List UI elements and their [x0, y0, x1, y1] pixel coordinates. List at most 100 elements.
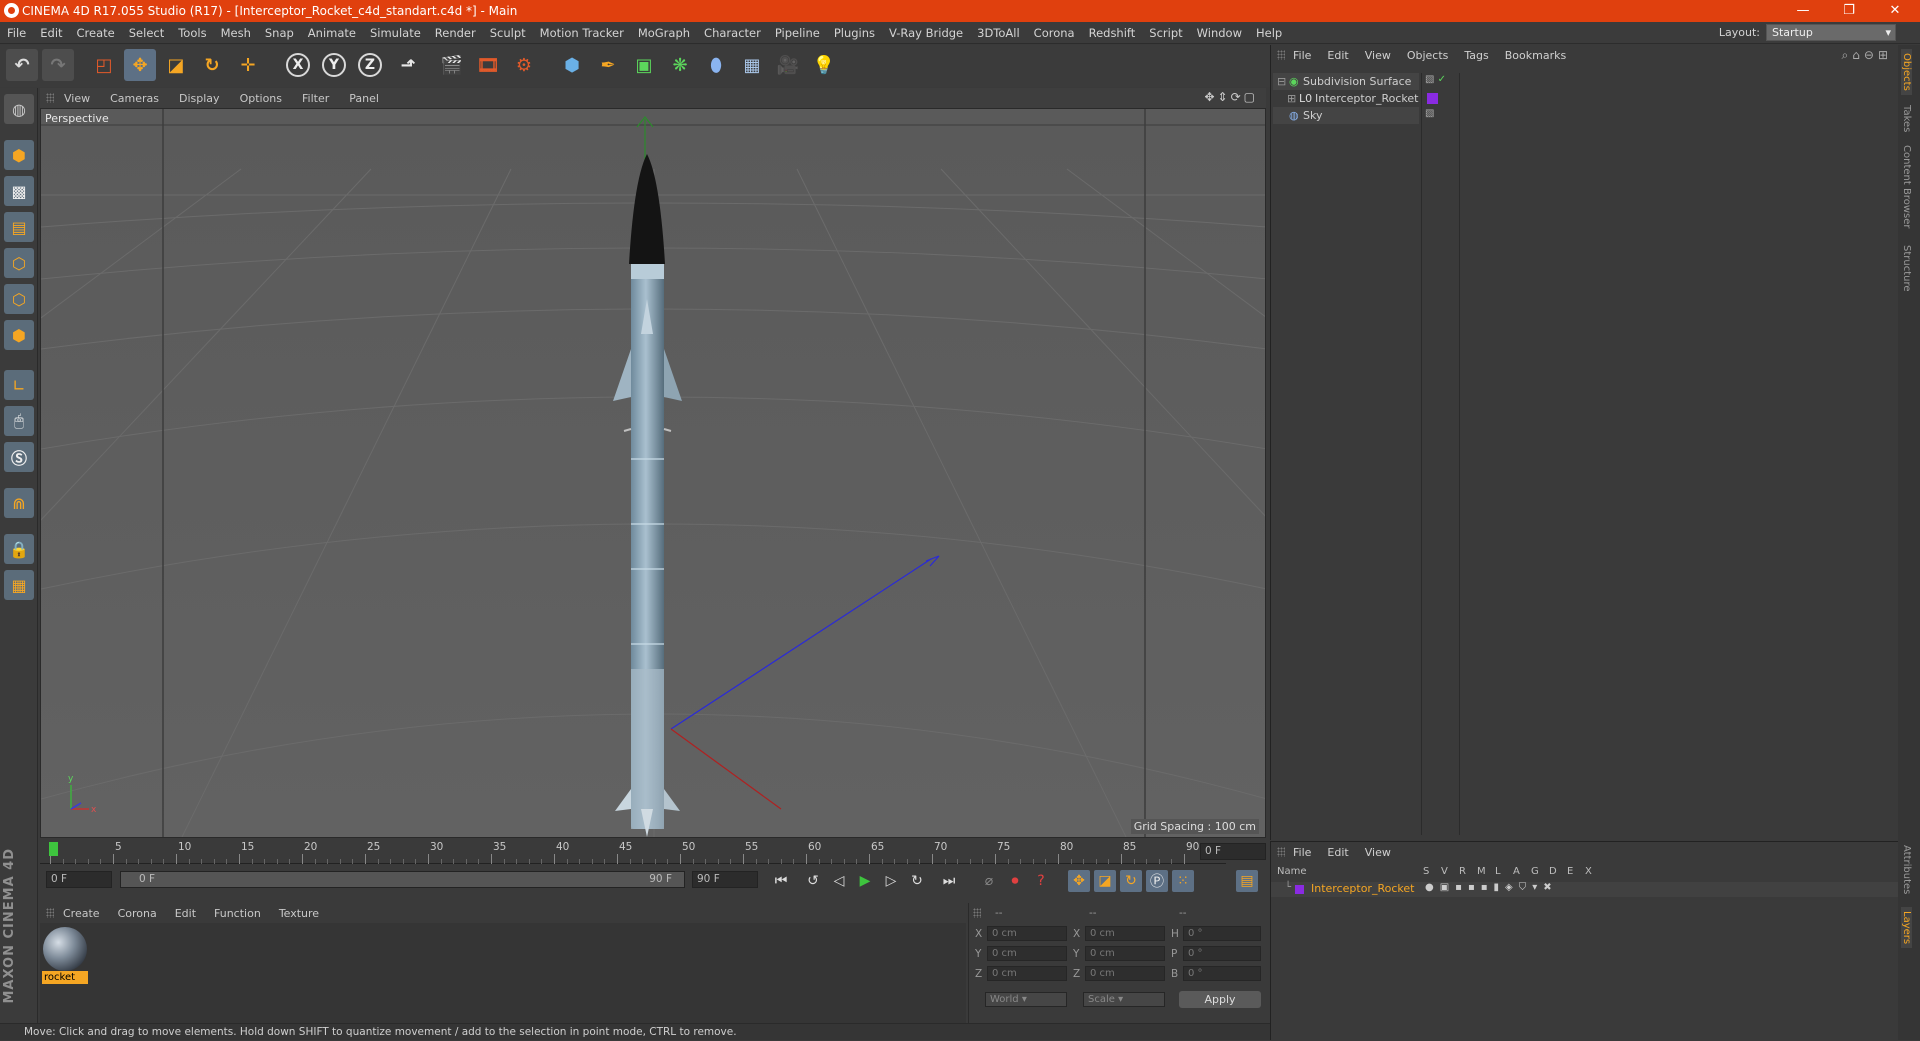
size-x-field[interactable]: 0 cm: [1085, 926, 1165, 941]
scale-dropdown[interactable]: Scale ▾: [1083, 992, 1165, 1007]
menu-corona[interactable]: Corona: [1027, 26, 1082, 40]
panel-grip-icon[interactable]: [46, 908, 54, 918]
redo-button[interactable]: ↷: [42, 49, 74, 81]
panel-grip-icon[interactable]: [1277, 50, 1285, 60]
layout-dropdown[interactable]: Startup: [1766, 24, 1896, 41]
move-tool-button[interactable]: ✥: [124, 49, 156, 81]
keyframe-selection-button[interactable]: ?: [1030, 870, 1052, 892]
subdivision-tags[interactable]: ▧ ✓: [1425, 74, 1446, 85]
model-mode-button[interactable]: ⬢: [4, 140, 34, 170]
menu-render[interactable]: Render: [428, 26, 483, 40]
menu-motion-tracker[interactable]: Motion Tracker: [533, 26, 631, 40]
menu-mograph[interactable]: MoGraph: [631, 26, 697, 40]
menu-window[interactable]: Window: [1190, 26, 1249, 40]
layer-color-swatch[interactable]: [1427, 93, 1438, 104]
menu-plugins[interactable]: Plugins: [827, 26, 882, 40]
previous-frame-button[interactable]: ◁: [828, 870, 850, 892]
layer-row-interceptor-rocket[interactable]: └ Interceptor_Rocket ●▣▪▪▪▮◈⛉▾✖: [1271, 882, 1898, 897]
object-menu-objects[interactable]: Objects: [1399, 49, 1457, 62]
position-key-button[interactable]: ✥: [1068, 870, 1090, 892]
viewport-menu-display[interactable]: Display: [169, 92, 230, 105]
layer-menu-edit[interactable]: Edit: [1319, 846, 1356, 859]
panel-grip-icon[interactable]: [46, 93, 54, 103]
layer-menu-view[interactable]: View: [1357, 846, 1399, 859]
point-level-key-button[interactable]: ⁙: [1172, 870, 1194, 892]
y-axis-lock-button[interactable]: Y: [318, 49, 350, 81]
viewport-menu-filter[interactable]: Filter: [292, 92, 339, 105]
start-frame-field[interactable]: 0 F: [46, 871, 112, 888]
axis-mode-button[interactable]: ∟: [4, 370, 34, 400]
preview-range-slider[interactable]: 0 F 90 F: [120, 871, 685, 888]
menu-sculpt[interactable]: Sculpt: [483, 26, 533, 40]
panel-grip-icon[interactable]: [973, 908, 981, 918]
object-menu-file[interactable]: File: [1285, 49, 1319, 62]
texture-mode-button[interactable]: ▩: [4, 176, 34, 206]
object-menu-tags[interactable]: Tags: [1456, 49, 1496, 62]
menu-animate[interactable]: Animate: [301, 26, 363, 40]
previous-key-button[interactable]: ↺: [802, 870, 824, 892]
tab-objects[interactable]: Objects: [1901, 49, 1912, 95]
collapse-icon[interactable]: ⊟: [1277, 73, 1286, 90]
next-frame-button[interactable]: ▷: [880, 870, 902, 892]
menu-mesh[interactable]: Mesh: [214, 26, 258, 40]
undo-button[interactable]: ↶: [6, 49, 38, 81]
mograph-cloner-button[interactable]: ❋: [664, 49, 696, 81]
viewport-menu-panel[interactable]: Panel: [339, 92, 389, 105]
tab-layers[interactable]: Layers: [1901, 907, 1912, 949]
menu-snap[interactable]: Snap: [258, 26, 301, 40]
floor-button[interactable]: ▦: [736, 49, 768, 81]
tweak-mode-button[interactable]: 🖱: [4, 406, 34, 436]
autokeying-button[interactable]: ⏺: [1004, 870, 1026, 892]
menu-script[interactable]: Script: [1142, 26, 1189, 40]
close-button[interactable]: ✕: [1872, 0, 1918, 22]
material-menu-edit[interactable]: Edit: [166, 907, 205, 920]
material-menu-create[interactable]: Create: [54, 907, 109, 920]
apply-button[interactable]: Apply: [1179, 991, 1261, 1008]
tab-content-browser[interactable]: Content Browser: [1901, 145, 1912, 228]
next-key-button[interactable]: ↻: [906, 870, 928, 892]
scale-tool-button[interactable]: ◪: [160, 49, 192, 81]
parameter-key-button[interactable]: Ⓟ: [1146, 870, 1168, 892]
polygons-mode-button[interactable]: ⬢: [4, 320, 34, 350]
render-view-button[interactable]: 🎬: [436, 49, 468, 81]
subdivision-surface-button[interactable]: ▣: [628, 49, 660, 81]
rot-b-field[interactable]: 0 °: [1183, 966, 1261, 981]
menu-pipeline[interactable]: Pipeline: [768, 26, 827, 40]
object-menu-bookmarks[interactable]: Bookmarks: [1497, 49, 1574, 62]
viewport-menu-options[interactable]: Options: [230, 92, 292, 105]
layer-menu-file[interactable]: File: [1285, 846, 1319, 859]
rot-h-field[interactable]: 0 °: [1183, 926, 1261, 941]
rotation-key-button[interactable]: ↻: [1120, 870, 1142, 892]
workplane-mode-button[interactable]: ▤: [4, 212, 34, 242]
record-keys-button[interactable]: ⌀: [978, 870, 1000, 892]
edges-mode-button[interactable]: ⬡: [4, 284, 34, 314]
menu-3dtoall[interactable]: 3DToAll: [970, 26, 1027, 40]
pen-spline-button[interactable]: ✒: [592, 49, 624, 81]
tab-attributes[interactable]: Attributes: [1901, 845, 1912, 894]
pos-y-field[interactable]: 0 cm: [987, 946, 1067, 961]
go-to-end-button[interactable]: ⏭: [938, 870, 960, 892]
coordinate-system-button[interactable]: ⬏: [392, 49, 424, 81]
menu-vray-bridge[interactable]: V-Ray Bridge: [882, 26, 970, 40]
go-to-start-button[interactable]: ⏮: [770, 870, 792, 892]
expand-icon[interactable]: ⊞: [1287, 90, 1296, 107]
menu-character[interactable]: Character: [697, 26, 768, 40]
scale-key-button[interactable]: ◪: [1094, 870, 1116, 892]
rotate-tool-button[interactable]: ↻: [196, 49, 228, 81]
material-menu-texture[interactable]: Texture: [270, 907, 328, 920]
viewport-menu-cameras[interactable]: Cameras: [100, 92, 169, 105]
planar-workplane-button[interactable]: ▦: [4, 570, 34, 600]
layer-toggle-icons[interactable]: ●▣▪▪▪▮◈⛉▾✖: [1425, 882, 1558, 893]
world-dropdown[interactable]: World ▾: [985, 992, 1067, 1007]
menu-edit[interactable]: Edit: [33, 26, 69, 40]
material-menu-corona[interactable]: Corona: [109, 907, 166, 920]
minimize-button[interactable]: —: [1780, 0, 1826, 22]
live-selection-button[interactable]: ◰: [88, 49, 120, 81]
menu-redshift[interactable]: Redshift: [1082, 26, 1143, 40]
recent-tools-button[interactable]: ✛: [232, 49, 264, 81]
menu-file[interactable]: File: [0, 26, 33, 40]
playhead-marker[interactable]: [49, 842, 58, 856]
pos-x-field[interactable]: 0 cm: [987, 926, 1067, 941]
layer-color-swatch[interactable]: [1295, 885, 1304, 894]
object-row-subdivision-surface[interactable]: ⊟ ◉ Subdivision Surface: [1273, 73, 1419, 90]
